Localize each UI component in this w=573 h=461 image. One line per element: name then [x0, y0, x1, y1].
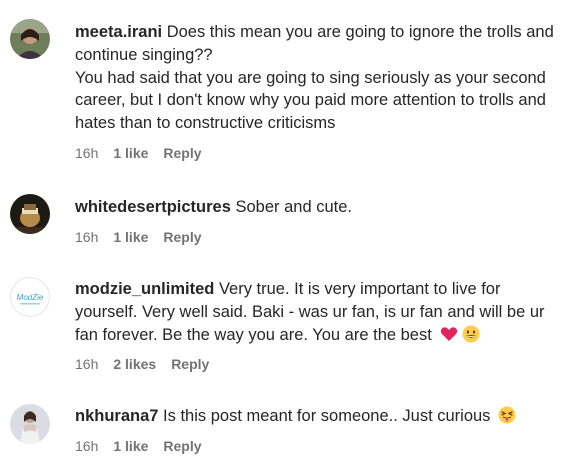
avatar-logo-text: ModZie: [17, 293, 44, 302]
comment-text: meeta.irani Does this mean you are going…: [75, 21, 555, 135]
avatar[interactable]: [10, 404, 50, 444]
comment-username[interactable]: meeta.irani: [75, 23, 162, 41]
red-heart-icon: [440, 325, 458, 343]
face-with-tongue-icon: [498, 406, 516, 424]
comment-time[interactable]: 16h: [75, 229, 98, 245]
comment-meta: 16h 1 like Reply: [75, 144, 555, 162]
comment-body: Is this post meant for someone.. Just cu…: [158, 407, 491, 425]
reply-button[interactable]: Reply: [163, 438, 201, 454]
reply-button[interactable]: Reply: [171, 356, 209, 372]
comment-time[interactable]: 16h: [75, 145, 98, 161]
comment-likes[interactable]: 1 like: [113, 229, 148, 245]
comment-likes[interactable]: 1 like: [113, 145, 148, 161]
comment-username[interactable]: nkhurana7: [75, 407, 158, 425]
reply-button[interactable]: Reply: [163, 229, 201, 245]
comment-body: Sober and cute.: [230, 198, 352, 216]
reply-button[interactable]: Reply: [163, 145, 201, 161]
comment-meta: 16h 1 like Reply: [75, 228, 555, 246]
avatar[interactable]: ModZie: [10, 277, 50, 317]
comment-time[interactable]: 16h: [75, 356, 98, 372]
comment-body-continued: You had said that you are going to sing …: [75, 68, 546, 133]
avatar[interactable]: [10, 194, 50, 234]
comment-text: nkhurana7 Is this post meant for someone…: [75, 405, 555, 428]
comment-time[interactable]: 16h: [75, 438, 98, 454]
comment-meta: 16h 1 like Reply: [75, 437, 555, 455]
comment-meta: 16h 2 likes Reply: [75, 355, 555, 373]
comment-username[interactable]: modzie_unlimited: [75, 280, 214, 298]
avatar[interactable]: [10, 19, 50, 59]
comment-likes[interactable]: 1 like: [113, 438, 148, 454]
comment-text: modzie_unlimited Very true. It is very i…: [75, 278, 555, 346]
comment-text: whitedesertpictures Sober and cute.: [75, 196, 555, 219]
comment-likes[interactable]: 2 likes: [113, 356, 156, 372]
comment-username[interactable]: whitedesertpictures: [75, 198, 231, 216]
grinning-face-icon: [462, 325, 480, 343]
